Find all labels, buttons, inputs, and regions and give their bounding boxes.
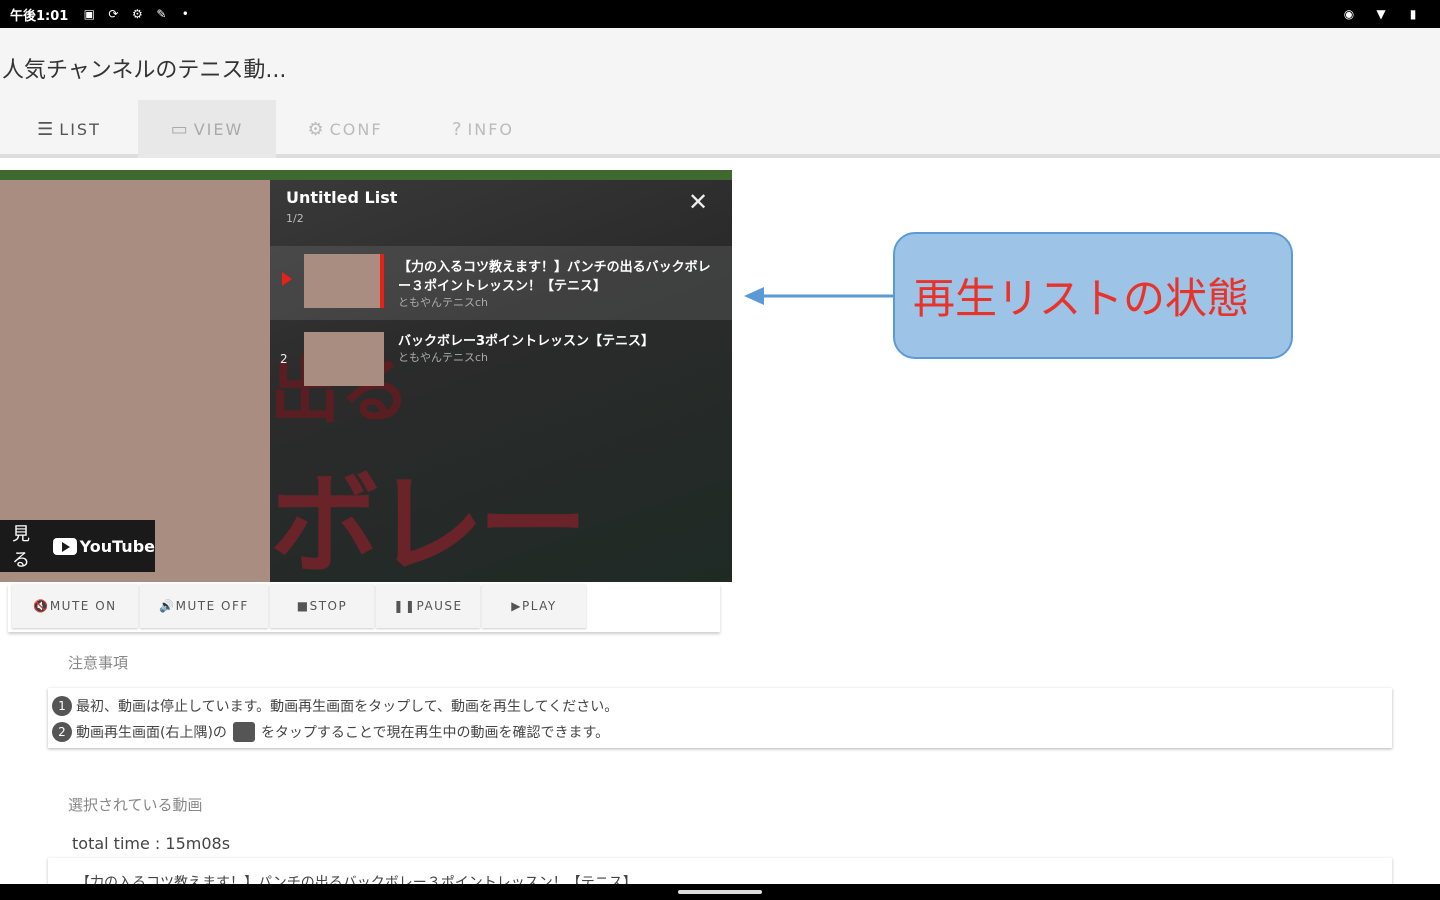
callout-arrow — [744, 287, 894, 305]
button-label: PAUSE — [416, 599, 463, 613]
video-overlay-text: ボレー — [270, 461, 588, 582]
close-icon[interactable]: ✕ — [688, 188, 708, 216]
sync-icon: ⟳ — [108, 7, 119, 21]
pause-icon: ❚❚ — [393, 599, 417, 613]
playlist-item[interactable]: 2 バックボレー3ポイントレッスン【テニス】 ともやんテニスch — [270, 324, 732, 398]
playback-controls: 🔇 MUTE ON 🔊 MUTE OFF ■ STOP ❚❚ PAUSE ▶ P… — [8, 584, 720, 632]
tab-bar: ☰ LIST ▭ VIEW ⚙ CONF ? INFO — [0, 100, 552, 158]
play-icon: ▶ — [511, 599, 522, 613]
navigation-bar — [0, 884, 1440, 900]
playlist-title: Untitled List — [286, 188, 398, 207]
now-playing-icon — [282, 272, 292, 286]
list-icon: ☰ — [37, 118, 56, 140]
button-label: STOP — [309, 599, 348, 613]
tab-view[interactable]: ▭ VIEW — [138, 100, 276, 158]
notes-heading: 注意事項 — [68, 654, 129, 672]
stop-button[interactable]: ■ STOP — [270, 584, 374, 628]
note-text: 最初、動画は停止しています。動画再生画面をタップして、動画を再生してください。 — [76, 699, 619, 715]
tab-conf[interactable]: ⚙ CONF — [276, 100, 414, 158]
home-handle[interactable] — [678, 890, 762, 894]
dot-icon: • — [181, 7, 189, 21]
wrench-icon: ✎ — [156, 7, 167, 21]
video-top-strip — [0, 170, 732, 180]
play-button[interactable]: ▶ PLAY — [482, 584, 586, 628]
mute-off-button[interactable]: 🔊 MUTE OFF — [140, 584, 268, 628]
eye-icon: ◉ — [1343, 7, 1355, 21]
video-player[interactable]: 出る ボレー Untitled List 1/2 ✕ 【力の入るコツ教えます！】… — [0, 170, 732, 582]
tab-list[interactable]: ☰ LIST — [0, 100, 138, 158]
volume-off-icon: 🔇 — [33, 599, 50, 613]
playlist-count: 1/2 — [286, 212, 304, 225]
stop-icon: ■ — [296, 599, 310, 613]
total-time: total time : 15m08s — [72, 834, 231, 853]
wifi-icon: ▼ — [1376, 7, 1386, 21]
help-circle-icon: ? — [451, 118, 464, 140]
note-number: 2 — [52, 722, 72, 742]
status-time: 午後1:01 — [10, 8, 69, 24]
watch-on-youtube-button[interactable]: 見る YouTube — [0, 520, 155, 572]
tab-info[interactable]: ? INFO — [414, 100, 552, 158]
playlist-item-channel: ともやんテニスch — [398, 351, 489, 364]
mute-on-button[interactable]: 🔇 MUTE ON — [12, 584, 138, 628]
calendar-icon: ▣ — [83, 7, 96, 21]
video-thumbnail — [304, 254, 384, 308]
settings-icon: ⚙ — [131, 7, 143, 21]
playlist-item-index: 2 — [280, 352, 288, 366]
note-item: 1 最初、動画は停止しています。動画再生画面をタップして、動画を再生してください… — [52, 693, 1388, 719]
selected-heading: 選択されている動画 — [68, 796, 203, 814]
video-camera-icon: ▭ — [170, 118, 190, 140]
note-item: 2 動画再生画面(右上隅)の をタップすることで現在再生中の動画を確認できます。 — [52, 719, 1388, 745]
youtube-play-icon — [52, 537, 77, 555]
app-title: 人気チャンネルのテニス動... — [2, 58, 287, 83]
playlist-item[interactable]: 【力の入るコツ教えます！】パンチの出るバックボレー３ポイントレッスン！【テニス】… — [270, 246, 732, 320]
status-bar: 午後1:01 ▣ ⟳ ⚙ ✎ • ◉ ▼ ▮ — [0, 0, 1440, 28]
pause-button[interactable]: ❚❚ PAUSE — [376, 584, 480, 628]
tab-label: INFO — [467, 119, 515, 139]
playlist-item-title: 【力の入るコツ教えます！】パンチの出るバックボレー３ポイントレッスン！【テニス】 — [398, 260, 711, 294]
youtube-logo: YouTube — [52, 536, 155, 556]
volume-up-icon: 🔊 — [159, 599, 176, 613]
tab-label: CONF — [329, 119, 383, 139]
note-text: 動画再生画面(右上隅)の — [76, 725, 227, 741]
youtube-wordmark: YouTube — [79, 536, 155, 556]
button-label: PLAY — [521, 599, 557, 613]
tv-icon — [232, 722, 255, 742]
tab-label: VIEW — [193, 119, 244, 139]
callout-box: 再生リストの状態 — [893, 232, 1293, 359]
video-thumbnail — [304, 332, 384, 386]
app-bar: 人気チャンネルのテニス動... ☰ LIST ▭ VIEW ⚙ CONF ? I… — [0, 28, 1440, 158]
playlist-item-channel: ともやんテニスch — [398, 296, 489, 309]
tab-label: LIST — [59, 119, 101, 139]
watch-label: 見る — [12, 524, 30, 571]
playlist-item-title: バックボレー3ポイントレッスン【テニス】 — [398, 334, 655, 349]
callout-text: 再生リストの状態 — [913, 274, 1250, 323]
note-number: 1 — [52, 696, 72, 716]
gear-icon: ⚙ — [307, 118, 326, 140]
battery-icon: ▮ — [1409, 7, 1417, 21]
notes-card: 1 最初、動画は停止しています。動画再生画面をタップして、動画を再生してください… — [48, 688, 1392, 748]
button-label: MUTE ON — [49, 599, 117, 613]
note-text-cont: をタップすることで現在再生中の動画を確認できます。 — [260, 725, 610, 741]
button-label: MUTE OFF — [175, 599, 249, 613]
